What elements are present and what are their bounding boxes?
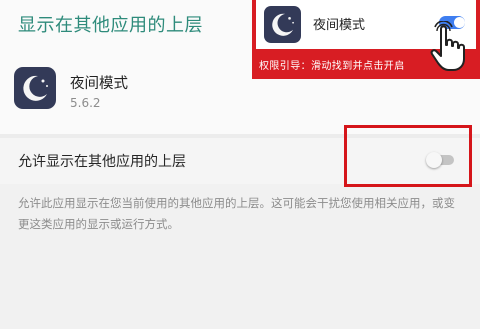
guide-app-name: 夜间模式 (313, 18, 366, 33)
app-version: 5.6.2 (70, 96, 101, 110)
permission-guide-popup: 夜间模式 权限引导：滑动找到并点击开启 (252, 0, 480, 79)
moon-icon (14, 67, 56, 109)
toggle-highlight-frame (344, 125, 472, 187)
permission-label: 允许显示在其他应用的上层 (18, 154, 186, 170)
app-name: 夜间模式 (70, 76, 128, 92)
guide-hint-text: 权限引导：滑动找到并点击开启 (259, 61, 405, 72)
hand-pointer-icon (428, 21, 472, 73)
permission-description: 允许此应用显示在您当前使用的其他应用的上层。这可能会干扰您使用相关应用，或变更这… (18, 196, 455, 231)
page-title: 显示在其他应用的上层 (18, 15, 203, 36)
moon-icon (264, 6, 301, 43)
